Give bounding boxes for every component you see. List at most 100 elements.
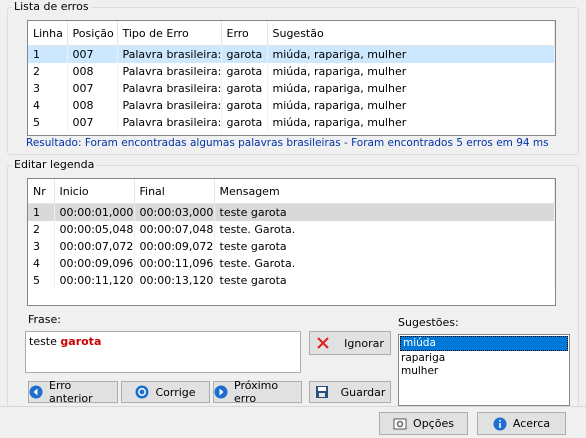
cell: garota: [221, 80, 268, 97]
about-button[interactable]: Acerca: [477, 412, 566, 435]
correct-button[interactable]: Corrige: [121, 381, 210, 403]
frase-textbox[interactable]: teste garota: [25, 331, 301, 373]
list-item[interactable]: mulher: [399, 365, 569, 378]
cell: 5: [28, 114, 68, 131]
cell: 4: [28, 97, 68, 114]
about-label: Acerca: [512, 417, 551, 430]
cell: 3: [28, 238, 55, 255]
col-tipo-erro[interactable]: Tipo de Erro: [117, 21, 222, 46]
cell: teste. Garota.: [214, 221, 555, 238]
cell: 2: [28, 63, 68, 80]
cell: 5: [28, 272, 55, 289]
table-row[interactable]: 1 007 Palavra brasileira: garota miúda, …: [28, 45, 555, 63]
list-item[interactable]: miúda: [400, 336, 568, 351]
cell: 00:00:07,072: [54, 238, 135, 255]
table-row[interactable]: 2 00:00:05,048 00:00:07,048 teste. Garot…: [28, 221, 555, 238]
cell: 007: [67, 114, 118, 131]
frase-error-word: garota: [60, 335, 102, 348]
cell: Palavra brasileira:: [117, 63, 222, 80]
ignore-label: Ignorar: [344, 336, 384, 350]
col-inicio[interactable]: Inicio: [54, 179, 135, 204]
cell: 3: [28, 80, 68, 97]
save-label: Guardar: [340, 385, 386, 399]
cell: miúda, rapariga, mulher: [267, 63, 555, 80]
table-row[interactable]: 3 007 Palavra brasileira: garota miúda, …: [28, 80, 555, 97]
close-icon: [316, 336, 330, 350]
table-row[interactable]: 2 008 Palavra brasileira: garota miúda, …: [28, 63, 555, 80]
ignore-button[interactable]: Ignorar: [309, 331, 391, 355]
cell: 1: [28, 45, 68, 63]
cell: 00:00:11,096: [134, 255, 215, 272]
save-button[interactable]: Guardar: [309, 381, 391, 403]
cell: 00:00:11,120: [54, 272, 135, 289]
cell: teste garota: [214, 203, 555, 221]
cell: 007: [67, 80, 118, 97]
cell: Palavra brasileira:: [117, 45, 222, 63]
errors-list-header: Linha Posição Tipo de Erro Erro Sugestão: [28, 21, 555, 46]
errors-list[interactable]: Linha Posição Tipo de Erro Erro Sugestão…: [27, 20, 556, 136]
result-status: Resultado: Foram encontradas algumas pal…: [26, 137, 549, 149]
cell: Palavra brasileira:: [117, 80, 222, 97]
next-error-button[interactable]: Próximo erro: [213, 379, 302, 405]
cell: teste garota: [214, 238, 555, 255]
cell: 00:00:09,072: [134, 238, 215, 255]
cell: Palavra brasileira:: [117, 114, 222, 131]
cell: 00:00:01,000: [54, 203, 135, 221]
cell: 2: [28, 221, 55, 238]
cell: 008: [67, 97, 118, 114]
info-icon: [493, 417, 507, 431]
cell: teste garota: [214, 272, 555, 289]
cell: 00:00:13,120: [134, 272, 215, 289]
cell: 008: [67, 63, 118, 80]
errors-group-title: Lista de erros: [12, 0, 91, 13]
footer-divider: [0, 406, 586, 407]
edit-group-title: Editar legenda: [12, 158, 97, 171]
subtitle-list[interactable]: Nr Inicio Final Mensagem 1 00:00:01,000 …: [27, 178, 556, 306]
col-mensagem[interactable]: Mensagem: [214, 179, 555, 204]
previous-error-button[interactable]: Erro anterior: [28, 379, 118, 405]
table-row[interactable]: 3 00:00:07,072 00:00:09,072 teste garota: [28, 238, 555, 255]
col-linha[interactable]: Linha: [28, 21, 68, 46]
col-erro[interactable]: Erro: [221, 21, 268, 46]
options-label: Opções: [413, 417, 454, 430]
cell: 007: [67, 45, 118, 63]
save-icon: [315, 385, 329, 399]
cell: miúda, rapariga, mulher: [267, 80, 555, 97]
cell: 00:00:03,000: [134, 203, 215, 221]
cell: miúda, rapariga, mulher: [267, 97, 555, 114]
table-row[interactable]: 5 007 Palavra brasileira: garota miúda, …: [28, 114, 555, 131]
options-icon: [393, 417, 407, 431]
cell: miúda, rapariga, mulher: [267, 114, 555, 131]
previous-error-label: Erro anterior: [49, 379, 93, 405]
table-row[interactable]: 4 008 Palavra brasileira: garota miúda, …: [28, 97, 555, 114]
subtitle-list-header: Nr Inicio Final Mensagem: [28, 179, 555, 204]
cell: teste. Garota.: [214, 255, 555, 272]
col-nr[interactable]: Nr: [28, 179, 55, 204]
arrow-left-icon: [29, 385, 43, 399]
cell: 00:00:05,048: [54, 221, 135, 238]
arrow-right-icon: [214, 385, 228, 399]
col-sugestao[interactable]: Sugestão: [267, 21, 555, 46]
cell: garota: [221, 97, 268, 114]
col-final[interactable]: Final: [134, 179, 215, 204]
cell: 4: [28, 255, 55, 272]
cell: 00:00:07,048: [134, 221, 215, 238]
table-row[interactable]: 1 00:00:01,000 00:00:03,000 teste garota: [28, 203, 555, 221]
cell: 00:00:09,096: [54, 255, 135, 272]
correct-label: Corrige: [155, 385, 196, 399]
options-button[interactable]: Opções: [379, 412, 468, 435]
table-row[interactable]: 5 00:00:11,120 00:00:13,120 teste garota: [28, 272, 555, 289]
list-item[interactable]: rapariga: [399, 352, 569, 365]
col-posicao[interactable]: Posição: [67, 21, 118, 46]
refresh-icon: [135, 385, 149, 399]
table-row[interactable]: 4 00:00:09,096 00:00:11,096 teste. Garot…: [28, 255, 555, 272]
suggestions-list[interactable]: miúda rapariga mulher: [398, 334, 570, 406]
cell: garota: [221, 45, 268, 63]
cell: 1: [28, 203, 55, 221]
frase-text: teste: [29, 335, 57, 348]
cell: miúda, rapariga, mulher: [267, 45, 555, 63]
cell: garota: [221, 63, 268, 80]
sugestoes-label: Sugestões:: [398, 316, 459, 329]
cell: garota: [221, 114, 268, 131]
next-error-label: Próximo erro: [234, 379, 279, 405]
